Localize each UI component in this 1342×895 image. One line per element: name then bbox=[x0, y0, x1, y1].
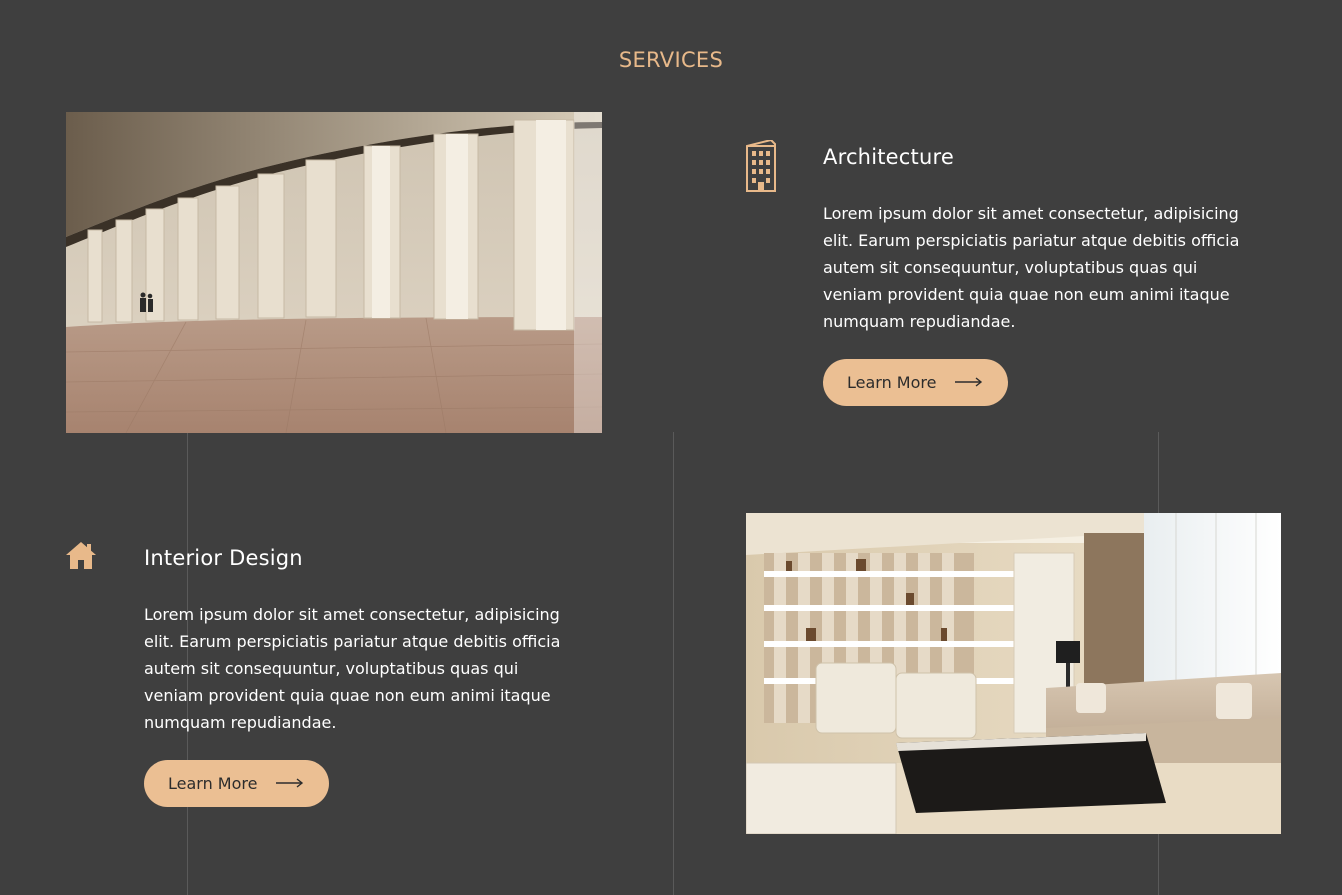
architecture-photo bbox=[66, 112, 602, 433]
learn-more-button[interactable]: Learn More bbox=[823, 359, 1008, 406]
arrow-right-icon bbox=[275, 774, 305, 793]
learn-more-button[interactable]: Learn More bbox=[144, 760, 329, 807]
arrow-right-icon bbox=[954, 373, 984, 392]
building-icon bbox=[745, 138, 777, 196]
learn-more-label: Learn More bbox=[847, 373, 937, 392]
home-icon bbox=[65, 540, 97, 574]
interior-photo bbox=[746, 513, 1281, 834]
service-description: Lorem ipsum dolor sit amet consectetur, … bbox=[144, 605, 561, 732]
service-heading: Architecture bbox=[823, 145, 954, 169]
section-title: SERVICES bbox=[618, 48, 724, 72]
learn-more-label: Learn More bbox=[168, 774, 258, 793]
divider-line bbox=[673, 432, 674, 895]
service-description: Lorem ipsum dolor sit amet consectetur, … bbox=[823, 204, 1240, 331]
service-heading: Interior Design bbox=[144, 546, 303, 570]
services-page: SERVICES Architecture Lorem ipsum dolor … bbox=[0, 0, 1342, 895]
